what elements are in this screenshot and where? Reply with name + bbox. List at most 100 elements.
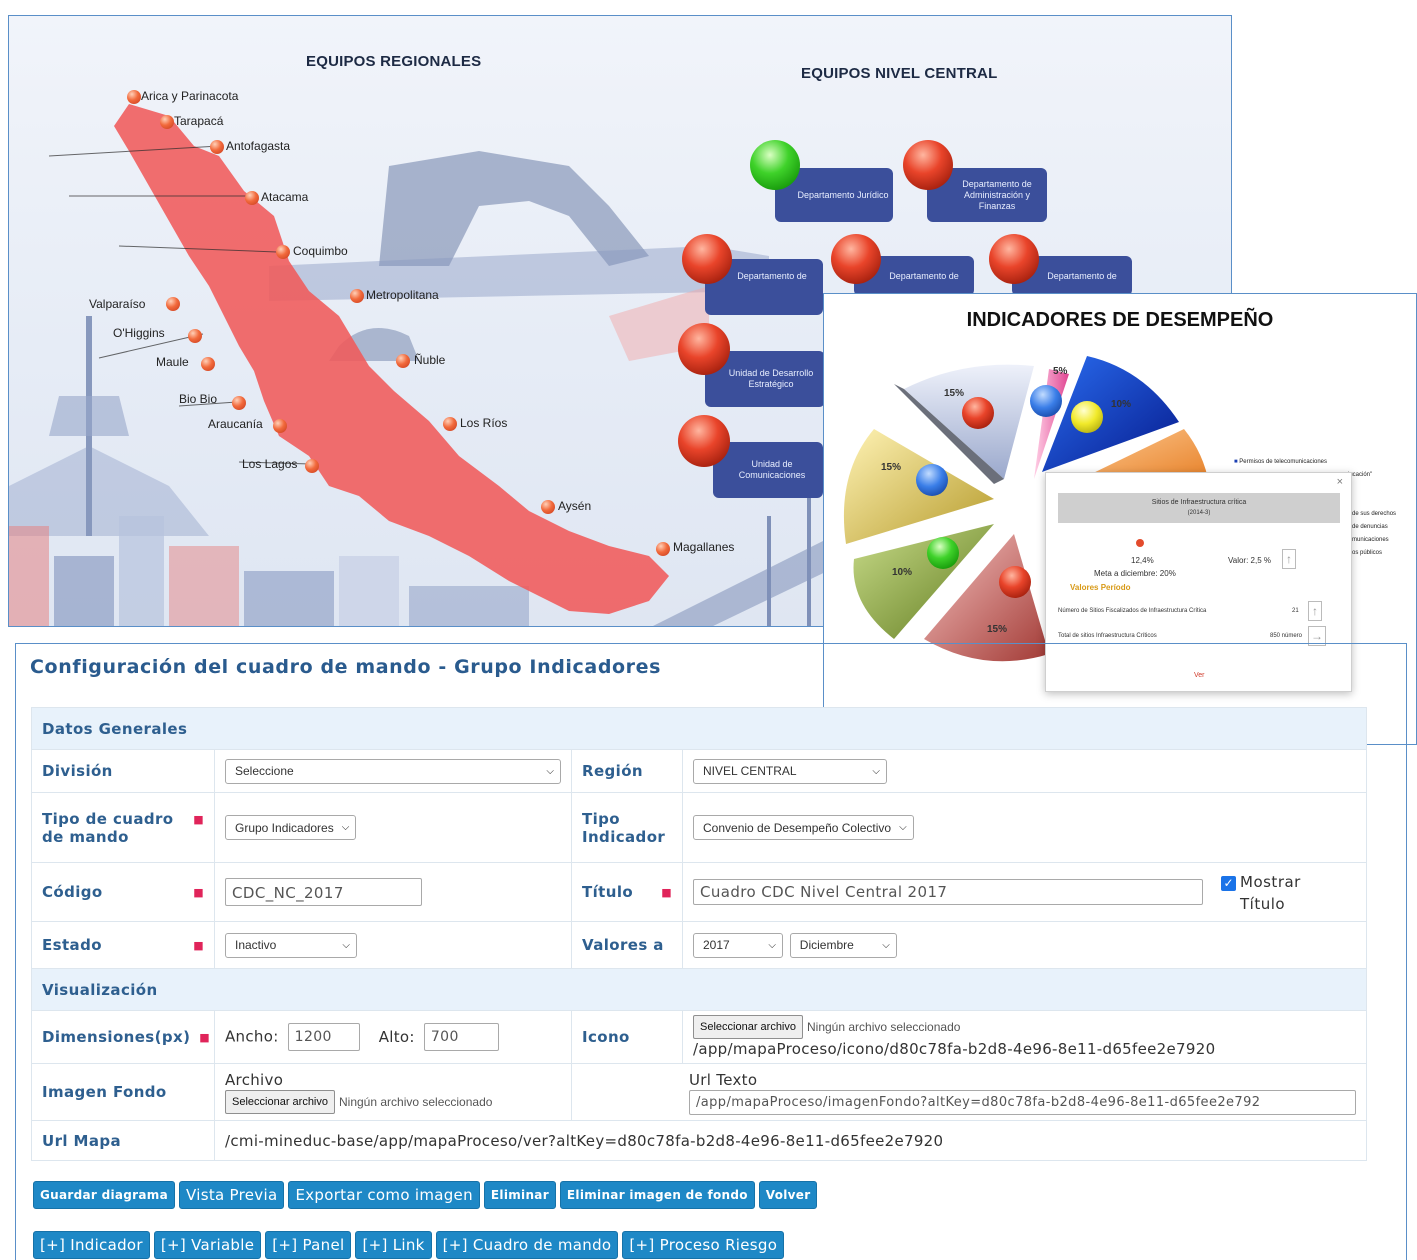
valores-year-select[interactable]: 2017 ⌵ [693, 932, 783, 958]
icono-path: /app/mapaProceso/icono/d80c78fa-b2d8-4e9… [693, 1040, 1216, 1058]
region-marker-nuble[interactable] [396, 354, 410, 368]
region-marker-biobio[interactable] [232, 396, 246, 410]
dept-label-juridico: Departamento Jurídico [797, 189, 889, 200]
division-select[interactable]: Seleccione ⌵ [225, 758, 561, 784]
config-panel: Configuración del cuadro de mando - Grup… [15, 643, 1407, 1260]
label-imagen-fondo: Imagen Fondo [31, 1063, 215, 1121]
tipo-indicador-select-value: Convenio de Desempeño Colectivo [703, 820, 892, 835]
region-marker-araucania[interactable] [273, 419, 287, 433]
region-marker-metropolitana[interactable] [350, 289, 364, 303]
add-link-button[interactable]: [+] Link [355, 1231, 432, 1259]
estado-select[interactable]: Inactivo ⌵ [225, 932, 357, 958]
add-cuadro-button[interactable]: [+] Cuadro de mando [435, 1231, 619, 1259]
pie-label-5: 10% [892, 567, 913, 578]
label-region: Región [571, 749, 683, 793]
region-marker-loslagos[interactable] [305, 459, 319, 473]
region-marker-atacama[interactable] [245, 191, 259, 205]
label-dimensiones: Dimensiones(px) [42, 1028, 191, 1046]
chevron-down-icon: ⌵ [342, 939, 350, 951]
region-marker-losrios[interactable] [443, 417, 457, 431]
status-orb-dept-5[interactable] [989, 234, 1039, 284]
required-marker: ■ [661, 886, 672, 899]
add-variable-button[interactable]: [+] Variable [153, 1231, 262, 1259]
region-label-arica: Arica y Parinacota [141, 89, 239, 103]
region-marker-arica[interactable] [127, 90, 141, 104]
status-orb-juridico[interactable] [750, 140, 800, 190]
indicator-orb-1[interactable] [962, 397, 994, 429]
chevron-down-icon: ⌵ [899, 822, 907, 833]
region-label-ohiggins: O'Higgins [113, 326, 165, 340]
add-indicador-button[interactable]: [+] Indicador [33, 1231, 150, 1259]
status-orb-dept-3[interactable] [682, 234, 732, 284]
region-marker-maule[interactable] [201, 357, 215, 371]
popup-row-value: 21 [1292, 608, 1299, 614]
region-marker-coquimbo[interactable] [276, 245, 290, 259]
popup-header-title: Sitios de Infraestructura crítica [1151, 499, 1247, 506]
status-orb-comunicaciones[interactable] [678, 415, 730, 467]
status-orb-dept-4[interactable] [831, 234, 881, 284]
mostrar-titulo-checkbox[interactable]: ✓ [1221, 871, 1240, 891]
region-label-tarapaca: Tarapacá [174, 114, 224, 128]
indicator-orb-3[interactable] [1071, 401, 1103, 433]
region-marker-magallanes[interactable] [656, 542, 670, 556]
add-panel-button[interactable]: [+] Panel [265, 1231, 352, 1259]
popup-meta: Meta a diciembre: 20% [1094, 569, 1176, 578]
popup-header: Sitios de Infraestructura crítica (2014-… [1058, 493, 1340, 523]
eliminar-fondo-button[interactable]: Eliminar imagen de fondo [559, 1181, 755, 1209]
status-orb-administracion[interactable] [903, 140, 953, 190]
required-marker: ■ [193, 939, 204, 952]
guardar-diagrama-button[interactable]: Guardar diagrama [33, 1181, 175, 1209]
indicator-orb-6[interactable] [999, 566, 1031, 598]
section-visualizacion: Visualización [31, 968, 1367, 1011]
icono-file-status: Ningún archivo seleccionado [807, 1020, 961, 1034]
label-tipo-cuadro: Tipo de cuadro de mando [42, 809, 174, 846]
tipo-cuadro-select[interactable]: Grupo Indicadores ⌵ [225, 815, 357, 840]
chevron-down-icon: ⌵ [872, 765, 880, 777]
label-titulo: Título [582, 883, 634, 901]
dept-box-comunicaciones[interactable]: Unidad de Comunicaciones [713, 442, 823, 498]
chevron-down-icon: ⌵ [341, 822, 350, 833]
tipo-indicador-select[interactable]: Convenio de Desempeño Colectivo ⌵ [693, 815, 914, 840]
region-label-coquimbo: Coquimbo [293, 244, 348, 258]
heading-equipos-regionales: EQUIPOS REGIONALES [306, 53, 482, 70]
url-texto-input[interactable]: /app/mapaProceso/imagenFondo?altKey=d80c… [689, 1089, 1356, 1115]
region-marker-ohiggins[interactable] [188, 329, 202, 343]
valores-year-value: 2017 [703, 938, 730, 952]
indicator-orb-5[interactable] [927, 537, 959, 569]
heading-equipos-nivel-central: EQUIPOS NIVEL CENTRAL [801, 65, 998, 82]
status-orb-desarrollo[interactable] [678, 323, 730, 375]
label-tipo-indicador: Tipo Indicador [582, 809, 666, 846]
exportar-imagen-button[interactable]: Exportar como imagen [288, 1181, 480, 1209]
region-marker-valparaiso[interactable] [166, 297, 180, 311]
valores-month-value: Diciembre [799, 938, 854, 952]
region-label-valparaiso: Valparaíso [89, 297, 146, 311]
region-marker-aysen[interactable] [541, 500, 555, 514]
eliminar-button[interactable]: Eliminar [483, 1181, 556, 1209]
arrow-up-icon: ↑ [1308, 601, 1322, 621]
dept-label-desarrollo: Unidad de Desarrollo Estratégico [728, 368, 814, 389]
alto-input[interactable]: 700 [423, 1023, 499, 1051]
icono-file-button[interactable]: Seleccionar archivo [693, 1015, 803, 1039]
action-buttons: Guardar diagrama Vista Previa Exportar c… [33, 1181, 818, 1209]
valores-month-select[interactable]: Diciembre ⌵ [789, 932, 897, 958]
imagen-file-button[interactable]: Seleccionar archivo [225, 1090, 335, 1114]
ancho-input[interactable]: 1200 [287, 1023, 360, 1051]
close-icon[interactable]: × [1337, 476, 1343, 488]
volver-button[interactable]: Volver [758, 1181, 818, 1209]
region-label-atacama: Atacama [261, 190, 309, 204]
indicator-orb-4[interactable] [916, 464, 948, 496]
vista-previa-button[interactable]: Vista Previa [179, 1181, 285, 1209]
region-label-loslagos: Los Lagos [242, 457, 298, 471]
dept-label-3: Departamento de [737, 271, 807, 281]
label-codigo: Código [42, 883, 103, 901]
titulo-input[interactable]: Cuadro CDC Nivel Central 2017 [693, 879, 1203, 905]
required-marker: ■ [199, 1031, 210, 1044]
dept-label-4: Departamento de [889, 270, 959, 281]
indicator-orb-2[interactable] [1030, 385, 1062, 417]
mostrar-titulo-label: Mostrar Título [1240, 873, 1301, 913]
codigo-input[interactable]: CDC_NC_2017 [225, 878, 422, 906]
region-select[interactable]: NIVEL CENTRAL ⌵ [693, 758, 887, 784]
add-riesgo-button[interactable]: [+] Proceso Riesgo [622, 1231, 785, 1259]
region-marker-tarapaca[interactable] [160, 115, 174, 129]
region-marker-antofagasta[interactable] [210, 140, 224, 154]
